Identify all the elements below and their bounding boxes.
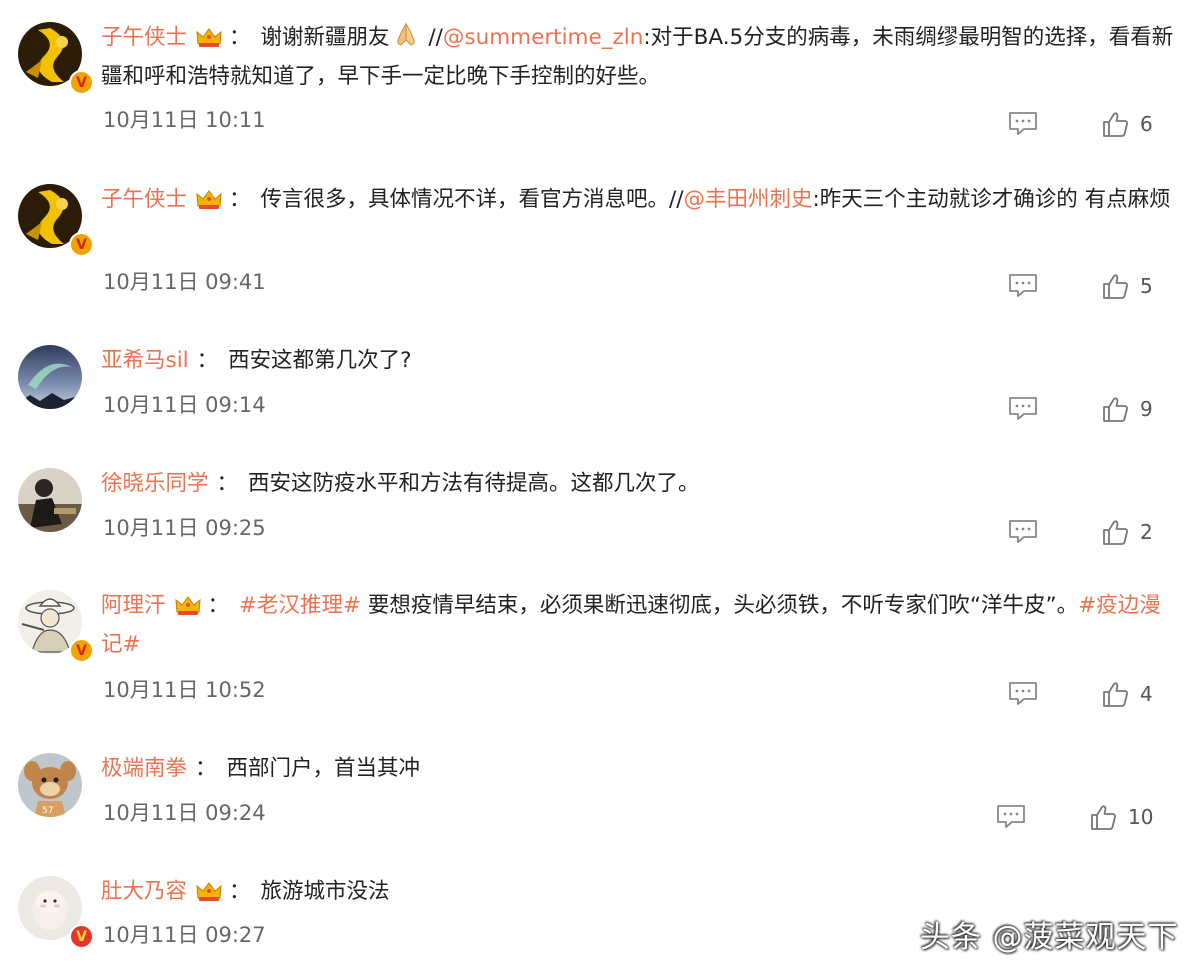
colon-separator: ： [229,25,251,50]
thumbs-up-icon [1102,273,1129,300]
avatar[interactable]: 57 [18,753,82,817]
like-button[interactable]: 2 [1102,517,1153,547]
comment-time: 10月11日 09:41 [103,270,266,294]
mention-link[interactable]: @summertime_zln [443,25,644,50]
avatar[interactable]: V [18,22,94,95]
like-count: 2 [1140,520,1153,544]
username-link[interactable]: 亚希马sil [101,348,189,373]
comment-body: 阿理汗 ： #老汉推理# 要想疫情早结束，必须果断迅速彻底，头必须铁，不听专家们吹“… [101,586,1176,664]
crown-icon [195,876,223,901]
comment-time: 10月11日 09:24 [103,801,266,825]
verified-badge: V [69,232,94,257]
avatar[interactable]: V [18,184,94,257]
comment-body: 徐晓乐同学 ： 西安这防疫水平和方法有待提高。这都几次了。 [101,464,1176,503]
comment-time: 10月11日 09:25 [103,516,266,540]
comment-body: 亚希马sil ： 西安这都第几次了? [101,341,1176,380]
reply-icon[interactable] [1008,396,1038,420]
avatar[interactable] [18,345,82,409]
comment-text: // [421,25,443,50]
comment-text: 谢谢新疆朋友 [260,25,390,50]
like-count: 6 [1140,112,1153,136]
comment-text: :昨天三个主动就诊才确诊的 有点麻烦 [812,187,1171,212]
username-link[interactable]: 极端南拳 [101,756,187,781]
comment-time: 10月11日 09:14 [103,393,266,417]
thumbs-up-icon [1090,804,1117,831]
crown-icon [195,22,223,47]
reply-icon[interactable] [1008,681,1038,705]
avatar[interactable] [18,468,82,532]
crown-icon [174,590,202,615]
like-count: 10 [1128,805,1154,829]
avatar-image: 57 [18,753,82,817]
like-button[interactable]: 10 [1090,802,1153,832]
colon-separator: ： [229,879,251,904]
reply-icon[interactable] [1008,273,1038,297]
like-button[interactable]: 9 [1102,394,1153,424]
comment-text: 要想疫情早结束，必须果断迅速彻底，头必须铁，不听专家们吹“洋牛皮”。 [361,593,1079,618]
reply-icon[interactable] [1008,519,1038,543]
comment-time: 10月11日 10:11 [103,108,266,132]
username-link[interactable]: 子午侠士 [101,187,187,212]
comment-text: 西安这都第几次了? [228,348,412,373]
comment-text: 西部门户，首当其冲 [226,756,421,781]
comment-body: 极端南拳 ： 西部门户，首当其冲 [101,749,1176,788]
comment-time: 10月11日 10:52 [103,678,266,702]
thumbs-up-icon [1102,111,1129,138]
username-link[interactable]: 徐晓乐同学 [101,471,209,496]
like-count: 5 [1140,274,1153,298]
like-button[interactable]: 5 [1102,271,1153,301]
thumbs-up-icon [1102,396,1129,423]
like-count: 4 [1140,682,1153,706]
mention-link[interactable]: @丰田州刺史 [684,187,813,212]
watermark: 头条 @菠菜观天下 [920,920,1179,955]
comment-text: 传言很多，具体情况不详，看官方消息吧。// [260,187,684,212]
username-link[interactable]: 子午侠士 [101,25,187,50]
thumbs-up-icon [1102,519,1129,546]
avatar-image [18,345,82,409]
comment-time: 10月11日 09:27 [103,923,266,947]
colon-separator: ： [216,471,239,496]
verified-badge: V [69,638,94,663]
comment-text: 西安这防疫水平和方法有待提高。这都几次了。 [248,471,700,496]
avatar[interactable]: V [18,590,94,663]
verified-badge: V [69,70,94,95]
crown-icon [195,184,223,209]
verified-badge: V [69,924,94,949]
colon-separator: ： [207,593,230,618]
like-button[interactable]: 4 [1102,679,1153,709]
reply-icon[interactable] [996,804,1026,828]
thumbs-up-icon [1102,681,1129,708]
colon-separator: ： [195,756,217,781]
username-link[interactable]: 阿理汗 [101,593,166,618]
avatar[interactable]: V [18,876,94,949]
username-link[interactable]: 肚大乃容 [101,879,187,904]
svg-text:57: 57 [42,806,53,816]
comment-body: 子午侠士 ： 传言很多，具体情况不详，看官方消息吧。//@丰田州刺史:昨天三个主动就… [101,180,1176,219]
colon-separator: ： [196,348,219,373]
colon-separator: ： [229,187,251,212]
like-count: 9 [1140,397,1153,421]
reply-icon[interactable] [1008,111,1038,135]
comment-feed: V 子午侠士：谢谢新疆朋友 //@summertime_zln:对于BA.5分支的… [0,0,1200,975]
avatar-image [18,468,82,532]
pray-hands-icon [390,22,422,50]
comment-text: 旅游城市没法 [260,879,390,904]
comment-body: 子午侠士：谢谢新疆朋友 //@summertime_zln:对于BA.5分支的病… [101,18,1176,96]
topic-link[interactable]: #老汉推理# [239,593,361,618]
comment-body: 肚大乃容 ： 旅游城市没法 [101,872,1176,911]
like-button[interactable]: 6 [1102,109,1153,139]
